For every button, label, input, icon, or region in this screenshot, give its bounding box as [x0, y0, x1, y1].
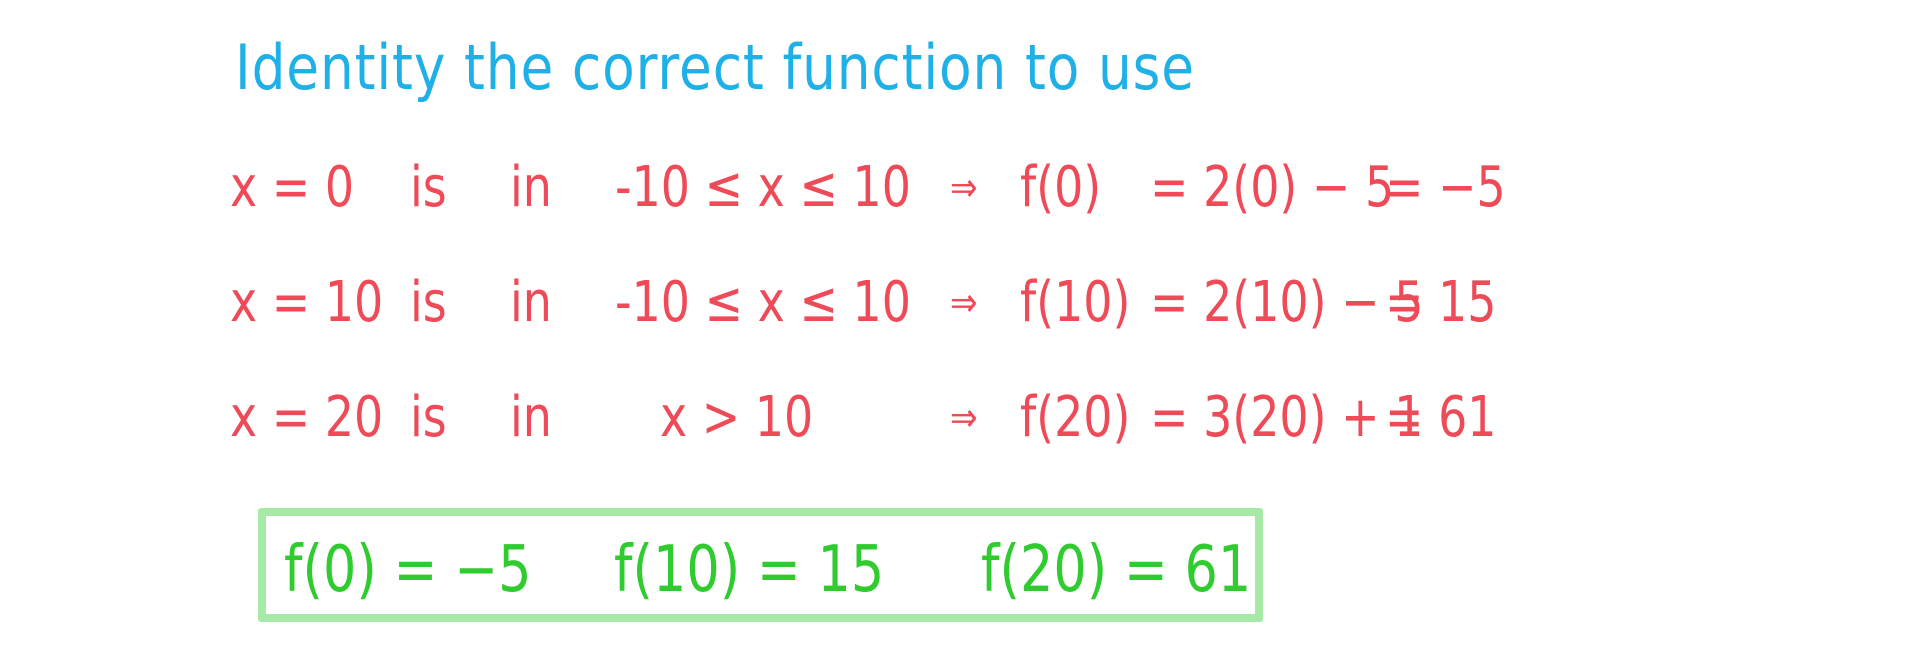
- word-in: in: [510, 385, 552, 450]
- substitution-expression: = 2(0) − 5: [1150, 155, 1395, 220]
- row-result: = 61: [1385, 385, 1497, 450]
- substitution-expression: = 3(20) + 1: [1150, 385, 1424, 450]
- implies-arrow-icon: ⇒: [950, 395, 978, 441]
- domain-condition: x > 10: [660, 385, 814, 450]
- domain-condition: -10 ≤ x ≤ 10: [615, 270, 911, 335]
- word-is: is: [410, 270, 447, 335]
- x-value: x = 20: [230, 385, 384, 450]
- answer-f0: f(0) = −5: [284, 533, 532, 607]
- x-value: x = 0: [230, 155, 355, 220]
- answer-f10: f(10) = 15: [614, 533, 885, 607]
- row-result: = −5: [1385, 155, 1506, 220]
- function-call: f(10): [1020, 270, 1131, 335]
- function-call: f(0): [1020, 155, 1102, 220]
- row-result: = 15: [1385, 270, 1497, 335]
- working-row-x0: x = 0 is in -10 ≤ x ≤ 10 ⇒ f(0) = 2(0) −…: [230, 148, 1530, 228]
- domain-condition: -10 ≤ x ≤ 10: [615, 155, 911, 220]
- substitution-expression: = 2(10) − 5: [1150, 270, 1424, 335]
- function-call: f(20): [1020, 385, 1131, 450]
- x-value: x = 10: [230, 270, 384, 335]
- page-title: Identity the correct function to use: [235, 31, 1195, 104]
- word-is: is: [410, 155, 447, 220]
- word-in: in: [510, 270, 552, 335]
- answer-f20: f(20) = 61: [981, 533, 1252, 607]
- working-row-x20: x = 20 is in x > 10 ⇒ f(20) = 3(20) + 1 …: [230, 378, 1530, 458]
- implies-arrow-icon: ⇒: [950, 165, 978, 211]
- implies-arrow-icon: ⇒: [950, 280, 978, 326]
- final-answer-box: f(0) = −5 f(10) = 15 f(20) = 61: [258, 508, 1263, 622]
- word-in: in: [510, 155, 552, 220]
- word-is: is: [410, 385, 447, 450]
- working-row-x10: x = 10 is in -10 ≤ x ≤ 10 ⇒ f(10) = 2(10…: [230, 263, 1530, 343]
